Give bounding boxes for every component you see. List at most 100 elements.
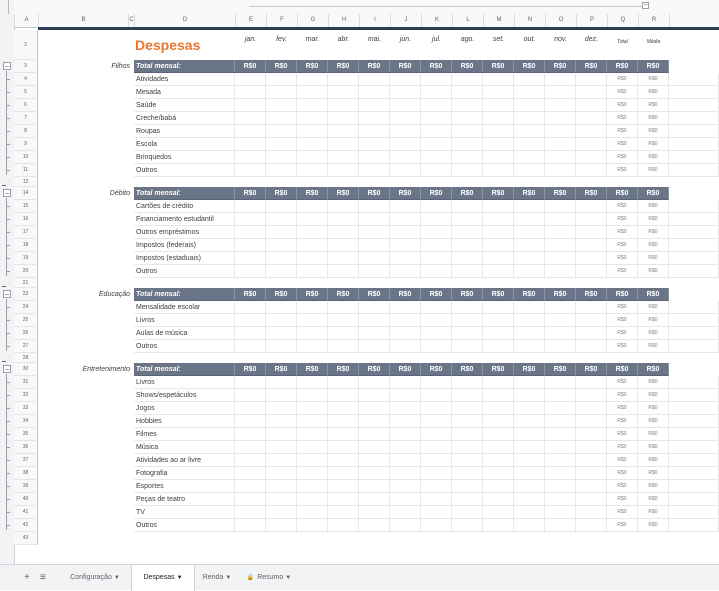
month-cell[interactable] — [545, 376, 576, 389]
month-cell[interactable] — [297, 441, 328, 454]
month-cell[interactable] — [483, 125, 514, 138]
total-cell[interactable]: R$0 — [607, 402, 638, 415]
column-r-cell[interactable] — [669, 200, 719, 213]
total-cell[interactable]: R$0 — [607, 151, 638, 164]
month-cell[interactable] — [452, 151, 483, 164]
month-cell[interactable] — [235, 314, 266, 327]
item-label[interactable]: Hobbies — [134, 415, 235, 428]
average-cell[interactable]: R$0 — [638, 73, 669, 86]
column-header-r[interactable]: R — [638, 14, 669, 27]
item-label[interactable]: Escola — [134, 138, 235, 151]
monthly-total-cell[interactable]: R$0 — [421, 363, 452, 376]
month-cell[interactable] — [545, 415, 576, 428]
sheet-tab-despesas[interactable]: Despesas ▼ — [131, 565, 195, 591]
month-cell[interactable] — [514, 164, 545, 177]
month-cell[interactable] — [359, 112, 390, 125]
month-cell[interactable] — [266, 151, 297, 164]
column-header-m[interactable]: M — [483, 14, 514, 27]
month-cell[interactable] — [452, 226, 483, 239]
month-cell[interactable] — [514, 480, 545, 493]
total-cell[interactable]: R$0 — [607, 164, 638, 177]
month-cell[interactable] — [390, 493, 421, 506]
column-group-toggle[interactable]: − — [642, 2, 649, 9]
month-cell[interactable] — [545, 138, 576, 151]
month-cell[interactable] — [421, 428, 452, 441]
month-cell[interactable] — [545, 493, 576, 506]
month-cell[interactable] — [514, 151, 545, 164]
month-cell[interactable] — [421, 441, 452, 454]
monthly-total-cell[interactable]: R$0 — [545, 288, 576, 301]
monthly-total-cell[interactable]: R$0 — [297, 187, 328, 200]
column-r-cell[interactable] — [669, 340, 719, 353]
sheet-tab-resumo[interactable]: 🔒 Resumo ▼ — [240, 565, 298, 591]
total-cell[interactable]: R$0 — [607, 200, 638, 213]
month-cell[interactable] — [235, 226, 266, 239]
average-cell[interactable]: R$0 — [638, 480, 669, 493]
month-cell[interactable] — [390, 454, 421, 467]
month-cell[interactable] — [328, 86, 359, 99]
month-cell[interactable] — [266, 301, 297, 314]
monthly-total-cell[interactable]: R$0 — [545, 187, 576, 200]
month-cell[interactable] — [576, 151, 607, 164]
row-header[interactable]: 6 — [14, 99, 38, 112]
item-label[interactable]: Jogos — [134, 402, 235, 415]
month-cell[interactable] — [359, 506, 390, 519]
month-cell[interactable] — [483, 428, 514, 441]
month-cell[interactable] — [328, 226, 359, 239]
total-cell[interactable]: R$0 — [607, 415, 638, 428]
chevron-down-icon[interactable]: ▼ — [114, 575, 120, 581]
total-cell[interactable]: R$0 — [607, 226, 638, 239]
month-cell[interactable] — [328, 428, 359, 441]
month-cell[interactable] — [483, 112, 514, 125]
monthly-total-cell[interactable]: R$0 — [359, 60, 390, 73]
month-cell[interactable] — [266, 252, 297, 265]
monthly-total-cell[interactable]: R$0 — [359, 187, 390, 200]
add-sheet-button[interactable]: + — [24, 572, 30, 583]
item-label[interactable]: Outros — [134, 519, 235, 532]
month-cell[interactable] — [235, 376, 266, 389]
month-cell[interactable] — [235, 265, 266, 278]
month-cell[interactable] — [576, 138, 607, 151]
month-cell[interactable] — [483, 226, 514, 239]
month-cell[interactable] — [576, 301, 607, 314]
month-cell[interactable] — [390, 213, 421, 226]
month-cell[interactable] — [266, 213, 297, 226]
month-cell[interactable] — [328, 454, 359, 467]
column-r-cell[interactable] — [669, 86, 719, 99]
month-cell[interactable] — [266, 86, 297, 99]
monthly-total-cell[interactable]: R$0 — [545, 60, 576, 73]
month-cell[interactable] — [297, 519, 328, 532]
month-cell[interactable] — [576, 493, 607, 506]
monthly-total-cell[interactable]: R$0 — [235, 363, 266, 376]
month-cell[interactable] — [452, 519, 483, 532]
monthly-total-cell[interactable]: R$0 — [483, 60, 514, 73]
monthly-total-cell[interactable]: R$0 — [328, 288, 359, 301]
monthly-total-cell[interactable]: R$0 — [483, 288, 514, 301]
average-cell[interactable]: R$0 — [638, 125, 669, 138]
collapse-group-button[interactable]: − — [3, 62, 11, 71]
month-cell[interactable] — [266, 138, 297, 151]
column-header-e[interactable]: E — [235, 14, 266, 27]
month-cell[interactable] — [266, 200, 297, 213]
month-cell[interactable] — [545, 239, 576, 252]
column-r-cell[interactable] — [669, 151, 719, 164]
monthly-total-cell[interactable]: R$0 — [452, 187, 483, 200]
month-cell[interactable] — [328, 73, 359, 86]
month-cell[interactable] — [235, 239, 266, 252]
month-cell[interactable] — [421, 480, 452, 493]
month-cell[interactable] — [328, 402, 359, 415]
month-cell[interactable] — [297, 467, 328, 480]
month-cell[interactable] — [235, 99, 266, 112]
month-cell[interactable] — [297, 506, 328, 519]
row-header[interactable]: 17 — [14, 226, 38, 239]
item-label[interactable]: Mensalidade escolar — [134, 301, 235, 314]
month-cell[interactable] — [452, 314, 483, 327]
month-cell[interactable] — [390, 376, 421, 389]
column-r-cell[interactable] — [669, 112, 719, 125]
month-cell[interactable] — [421, 125, 452, 138]
month-cell[interactable] — [483, 164, 514, 177]
item-label[interactable]: Outros empréstimos — [134, 226, 235, 239]
month-cell[interactable] — [328, 327, 359, 340]
month-cell[interactable] — [514, 415, 545, 428]
total-cell[interactable]: R$0 — [607, 86, 638, 99]
